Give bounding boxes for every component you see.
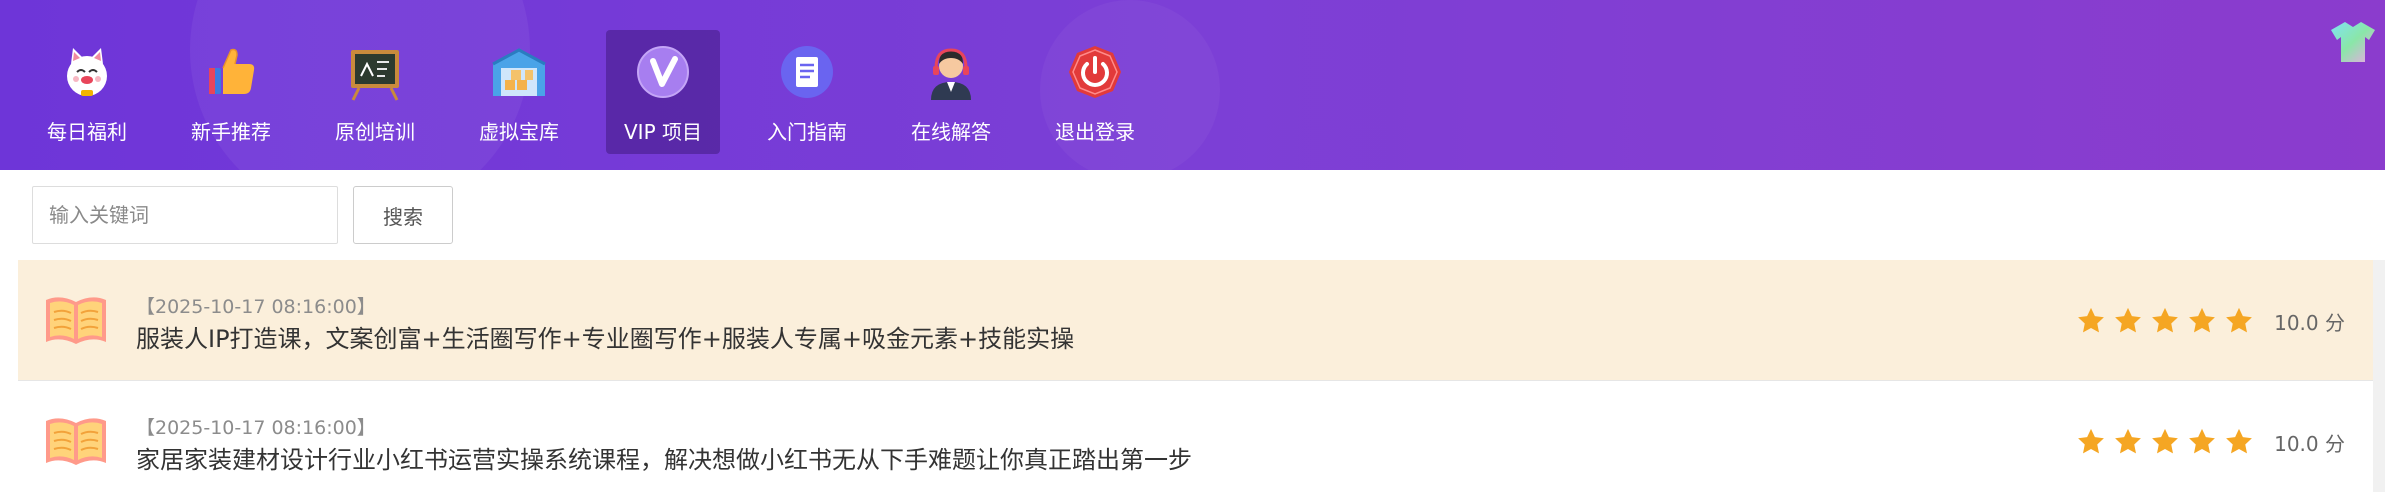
star-rating: 10.0 分 bbox=[2069, 427, 2345, 457]
vip-icon bbox=[637, 46, 689, 98]
star-icon bbox=[2226, 307, 2252, 333]
nav-item-beginner-recommend[interactable]: 新手推荐 bbox=[174, 30, 288, 154]
scrollbar-track[interactable] bbox=[2373, 260, 2385, 492]
star-icon bbox=[2152, 307, 2178, 333]
nav-item-vip-projects[interactable]: VIP 项目 bbox=[606, 30, 720, 154]
power-icon bbox=[1069, 46, 1121, 98]
course-list: 【2025-10-17 08:16:00】 服装人IP打造课，文案创富+生活圈写… bbox=[18, 260, 2373, 492]
star-rating: 10.0 分 bbox=[2069, 306, 2345, 336]
support-agent-icon bbox=[931, 48, 971, 100]
nav-label: VIP 项目 bbox=[624, 120, 702, 144]
nav-label: 新手推荐 bbox=[191, 120, 271, 144]
nav-item-logout[interactable]: 退出登录 bbox=[1038, 30, 1152, 154]
thumbs-up-icon bbox=[209, 48, 255, 94]
item-date: 【2025-10-17 08:16:00】 bbox=[136, 296, 376, 318]
search-button[interactable]: 搜索 bbox=[353, 186, 453, 244]
nav-label: 原创培训 bbox=[335, 120, 415, 144]
document-icon bbox=[781, 46, 833, 98]
top-navigation-bar: 每日福利 新手推荐 原创培训 虚拟宝库 VIP 项目 入门指南 在线解答 退出登… bbox=[0, 0, 2385, 170]
item-date: 【2025-10-17 08:16:00】 bbox=[136, 417, 376, 439]
shirt-icon[interactable] bbox=[2329, 18, 2377, 66]
star-icon bbox=[2226, 428, 2252, 454]
nav-label: 退出登录 bbox=[1055, 120, 1135, 144]
star-icon bbox=[2115, 307, 2141, 333]
list-item[interactable]: 【2025-10-17 08:16:00】 服装人IP打造课，文案创富+生活圈写… bbox=[18, 260, 2373, 381]
nav-item-virtual-vault[interactable]: 虚拟宝库 bbox=[462, 30, 576, 154]
search-bar: 搜索 bbox=[18, 170, 2385, 260]
nav-label: 每日福利 bbox=[47, 120, 127, 144]
nav-label: 入门指南 bbox=[767, 120, 847, 144]
nav-item-original-training[interactable]: 原创培训 bbox=[318, 30, 432, 154]
star-icon bbox=[2115, 428, 2141, 454]
main-nav: 每日福利 新手推荐 原创培训 虚拟宝库 VIP 项目 入门指南 在线解答 退出登… bbox=[30, 30, 1152, 154]
lucky-cat-icon bbox=[67, 48, 107, 96]
star-icon bbox=[2189, 428, 2215, 454]
nav-label: 虚拟宝库 bbox=[479, 120, 559, 144]
nav-item-daily-benefits[interactable]: 每日福利 bbox=[30, 30, 144, 154]
nav-label: 在线解答 bbox=[911, 120, 991, 144]
item-score: 10.0 分 bbox=[2274, 431, 2345, 456]
nav-item-getting-started[interactable]: 入门指南 bbox=[750, 30, 864, 154]
search-input[interactable] bbox=[32, 186, 338, 244]
star-icon bbox=[2189, 307, 2215, 333]
open-book-icon bbox=[46, 418, 106, 465]
warehouse-icon bbox=[492, 48, 546, 96]
item-title[interactable]: 家居家装建材设计行业小红书运营实操系统课程，解决想做小红书无从下手难题让你真正踏… bbox=[136, 440, 1192, 475]
nav-item-online-answers[interactable]: 在线解答 bbox=[894, 30, 1008, 154]
list-item[interactable]: 【2025-10-17 08:16:00】 家居家装建材设计行业小红书运营实操系… bbox=[18, 381, 2373, 492]
star-icon bbox=[2078, 428, 2104, 454]
item-score: 10.0 分 bbox=[2274, 310, 2345, 335]
blackboard-icon bbox=[351, 50, 399, 101]
open-book-icon bbox=[46, 297, 106, 344]
item-title[interactable]: 服装人IP打造课，文案创富+生活圈写作+专业圈写作+服装人专属+吸金元素+技能实… bbox=[136, 319, 1074, 354]
star-icon bbox=[2152, 428, 2178, 454]
star-icon bbox=[2078, 307, 2104, 333]
